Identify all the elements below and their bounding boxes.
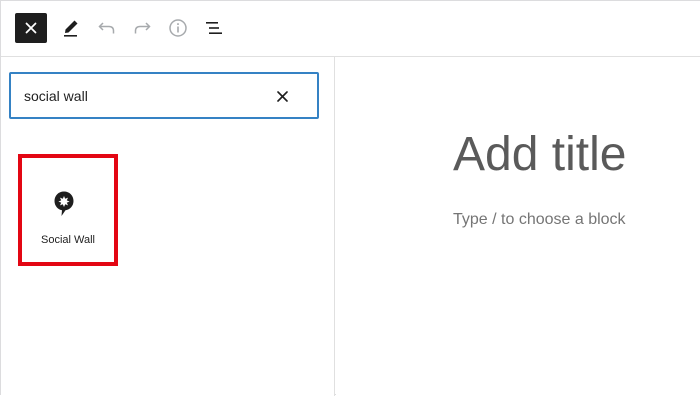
close-icon (25, 22, 37, 34)
close-icon (276, 90, 288, 102)
clear-search-button[interactable] (273, 87, 291, 105)
list-view-button[interactable] (198, 13, 230, 43)
close-inserter-button[interactable] (15, 13, 47, 43)
block-search (9, 72, 319, 119)
block-result-label: Social Wall (41, 234, 95, 246)
editor-canvas: Add title Type / to choose a block (336, 57, 700, 396)
info-icon (169, 19, 187, 37)
details-button[interactable] (162, 13, 194, 43)
pencil-icon (64, 20, 78, 37)
search-input[interactable] (24, 85, 264, 107)
undo-button[interactable] (91, 13, 123, 43)
redo-button[interactable] (126, 13, 158, 43)
tools-button[interactable] (55, 13, 87, 43)
redo-icon (134, 22, 151, 34)
social-wall-icon (54, 191, 74, 216)
block-appender-placeholder[interactable]: Type / to choose a block (453, 211, 626, 229)
list-view-icon (206, 22, 222, 34)
top-toolbar (1, 1, 700, 57)
editor-window: Social Wall Add title Type / to choose a… (0, 0, 700, 396)
undo-icon (98, 22, 115, 34)
block-inserter-panel: Social Wall (1, 57, 335, 396)
block-result-social-wall[interactable]: Social Wall (18, 154, 118, 266)
post-title-placeholder[interactable]: Add title (453, 127, 626, 182)
